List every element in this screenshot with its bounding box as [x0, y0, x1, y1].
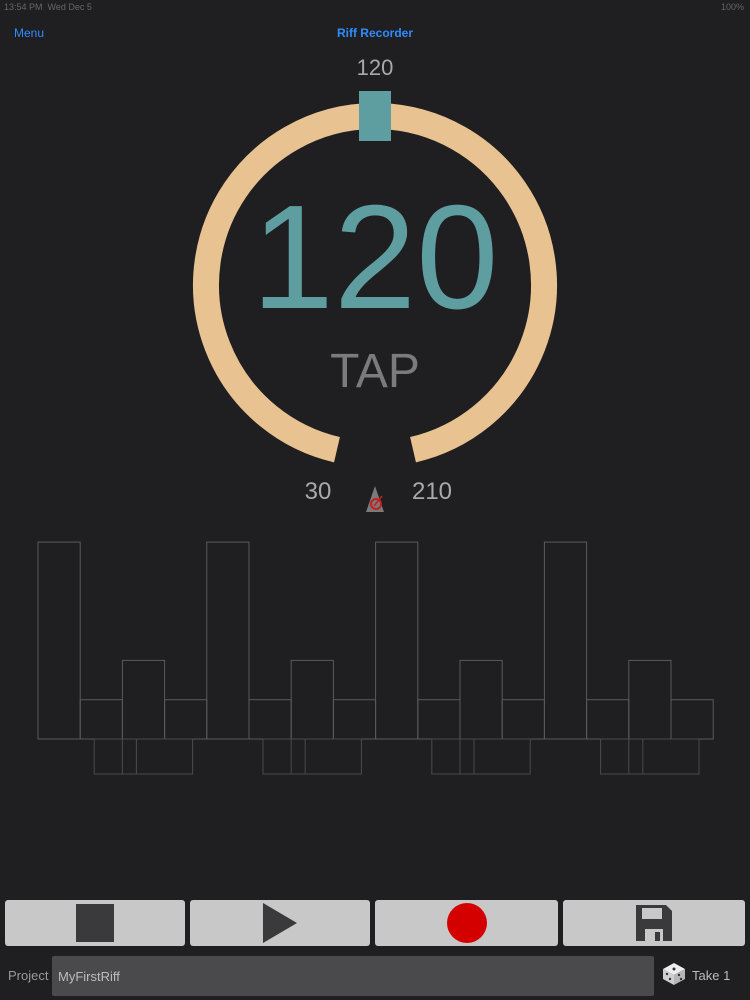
floppy-disk-icon: [636, 905, 672, 941]
record-button[interactable]: [375, 900, 558, 946]
record-icon: [446, 903, 487, 943]
stop-button[interactable]: [5, 900, 185, 946]
beat-bar[interactable]: [121, 659, 166, 740]
beat-bar[interactable]: [417, 699, 461, 740]
beat-bar[interactable]: [206, 541, 250, 740]
play-icon: [263, 903, 297, 943]
beat-bar[interactable]: [248, 699, 292, 740]
beat-bar[interactable]: [628, 659, 672, 740]
beat-bar[interactable]: [459, 659, 503, 740]
take-counter: Take 1: [692, 968, 731, 983]
beat-bar[interactable]: [670, 699, 714, 740]
project-label: Project: [8, 968, 49, 983]
beat-bar[interactable]: [290, 659, 334, 740]
project-name-input[interactable]: [52, 956, 654, 996]
dice-icon[interactable]: [662, 962, 686, 986]
beat-bar[interactable]: [332, 699, 377, 740]
beat-bar[interactable]: [164, 699, 208, 740]
beat-bar[interactable]: [79, 699, 123, 740]
beat-pattern[interactable]: [0, 0, 750, 800]
subdivision-cell[interactable]: [121, 738, 194, 775]
beat-bar[interactable]: [375, 541, 419, 740]
beat-bar[interactable]: [501, 699, 545, 740]
beat-bar[interactable]: [586, 699, 630, 740]
save-button[interactable]: [563, 900, 745, 946]
beat-bar[interactable]: [37, 541, 81, 740]
subdivision-cell[interactable]: [93, 738, 137, 775]
play-button[interactable]: [190, 900, 370, 946]
subdivision-cell[interactable]: [262, 738, 306, 775]
subdivision-cell[interactable]: [431, 738, 475, 775]
stop-icon: [76, 904, 114, 942]
subdivision-cell[interactable]: [628, 738, 700, 775]
subdivision-cell[interactable]: [290, 738, 362, 775]
beat-bar[interactable]: [543, 541, 588, 740]
subdivision-cell[interactable]: [600, 738, 644, 775]
subdivision-cell[interactable]: [459, 738, 531, 775]
